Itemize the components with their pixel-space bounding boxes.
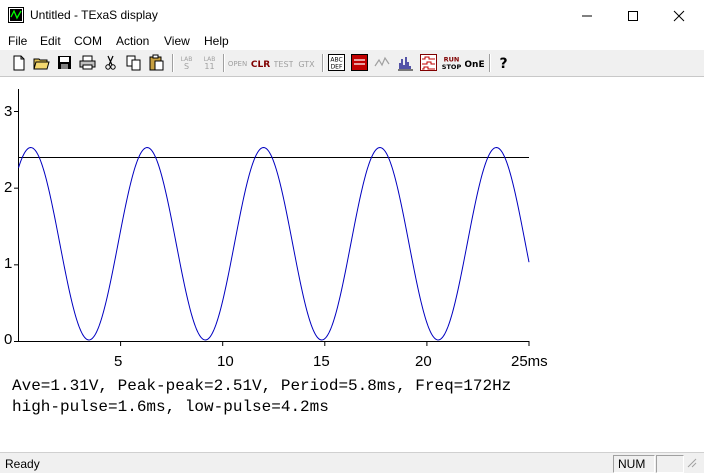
menu-file[interactable]: File [8, 34, 27, 48]
status-bar: Ready NUM [0, 452, 704, 473]
open-port-icon: OPEN [228, 60, 247, 68]
test-button[interactable]: TEST [274, 53, 293, 72]
x-tick-label: 15 [313, 353, 330, 370]
paste-button[interactable] [147, 53, 166, 72]
toolbar-separator [172, 54, 174, 72]
app-icon[interactable] [8, 7, 24, 23]
save-icon [58, 56, 71, 69]
menu-com[interactable]: COM [74, 34, 102, 48]
y-tick-label: 3 [4, 103, 13, 120]
run-stop-icon: RUNSTOP [442, 56, 461, 72]
close-icon [673, 10, 685, 21]
lab-11-button[interactable]: LAB 11 [200, 53, 219, 72]
waveform-series [18, 147, 530, 341]
svg-text:11: 11 [204, 62, 214, 71]
waveform-chart [14, 89, 530, 346]
resize-grip[interactable] [684, 455, 700, 471]
toolbar-separator [322, 54, 324, 72]
help-icon: ? [499, 56, 507, 72]
window-title: Untitled - TExaS display [30, 8, 158, 22]
menu-view[interactable]: View [164, 34, 190, 48]
clear-icon: CLR [251, 60, 270, 70]
stop-icon [351, 54, 368, 71]
toolbar-separator [489, 54, 491, 72]
clear-button[interactable]: CLR [251, 53, 270, 72]
status-num-panel: NUM [613, 455, 655, 473]
menu-action[interactable]: Action [116, 34, 149, 48]
svg-text:OPEN: OPEN [228, 60, 247, 68]
svg-text:S: S [184, 62, 189, 71]
scope-icon [374, 56, 390, 67]
open-button[interactable] [32, 53, 51, 72]
lab-s-icon: LABS [181, 56, 193, 71]
abc-def-icon: ABCDEF [328, 54, 345, 71]
status-text: Ready [5, 457, 40, 471]
y-tick-label: 2 [4, 179, 13, 196]
gtx-icon: GTX [298, 60, 315, 69]
y-tick-label: 1 [4, 255, 13, 272]
lab-11-icon: LAB11 [204, 56, 216, 71]
svg-text:CLR: CLR [251, 60, 270, 70]
logic-analyzer-button[interactable] [419, 53, 438, 72]
close-button[interactable] [656, 0, 702, 31]
maximize-button[interactable] [610, 0, 656, 31]
abc-def-button[interactable]: ABC DEF [327, 53, 346, 72]
gtx-button[interactable]: GTX [297, 53, 316, 72]
save-button[interactable] [55, 53, 74, 72]
y-tick-label: 0 [4, 331, 13, 348]
stats-line-1: Ave=1.31V, Peak-peak=2.51V, Period=5.8ms… [12, 377, 512, 395]
menu-bar: File Edit COM Action View Help [0, 31, 704, 50]
minimize-button[interactable] [564, 0, 610, 31]
stop-button[interactable] [350, 53, 369, 72]
svg-text:GTX: GTX [298, 60, 315, 69]
resize-grip-icon [687, 458, 697, 468]
x-tick-label: 5 [114, 353, 123, 370]
maximize-icon [628, 10, 638, 21]
menu-help[interactable]: Help [204, 34, 229, 48]
print-button[interactable] [78, 53, 97, 72]
svg-text:ABC: ABC [330, 57, 342, 64]
one-button[interactable]: OnE [465, 53, 484, 72]
num-lock-indicator: NUM [618, 457, 646, 471]
run-stop-button[interactable]: RUN STOP [442, 53, 461, 72]
open-folder-icon [33, 58, 50, 70]
logic-analyzer-icon [420, 54, 437, 71]
status-panel-empty [656, 455, 684, 473]
svg-text:OnE: OnE [465, 60, 484, 70]
plot-area: 3 2 1 0 5 10 15 20 25ms Ave=1.31V, Peak-… [0, 77, 704, 452]
test-icon: TEST [274, 60, 293, 69]
print-icon [79, 55, 96, 70]
scope-button[interactable] [373, 53, 392, 72]
bar-graph-button[interactable] [396, 53, 415, 72]
x-tick-label: 10 [217, 353, 234, 370]
cut-icon [105, 55, 116, 70]
cut-button[interactable] [101, 53, 120, 72]
new-file-icon [13, 55, 25, 71]
new-file-button[interactable] [9, 53, 28, 72]
title-bar: Untitled - TExaS display [0, 0, 704, 31]
copy-button[interactable] [124, 53, 143, 72]
help-button[interactable]: ? [494, 53, 513, 72]
one-icon: OnE [465, 60, 484, 70]
x-tick-label: 20 [415, 353, 432, 370]
open-port-button[interactable]: OPEN [228, 53, 247, 72]
stats-line-2: high-pulse=1.6ms, low-pulse=4.2ms [12, 398, 329, 416]
svg-text:DEF: DEF [331, 64, 343, 71]
copy-icon [126, 55, 141, 71]
svg-text:?: ? [499, 56, 507, 72]
svg-text:TEST: TEST [274, 60, 293, 69]
menu-edit[interactable]: Edit [40, 34, 61, 48]
bar-graph-icon [398, 57, 413, 71]
x-tick-label: 25ms [511, 353, 548, 370]
toolbar-separator [223, 54, 225, 72]
svg-text:STOP: STOP [442, 63, 461, 71]
toolbar: LAB S LAB 11 OPEN CLR TEST GTX ABC DEF RUN S… [0, 50, 704, 77]
paste-icon [149, 54, 164, 71]
lab-s-button[interactable]: LAB S [177, 53, 196, 72]
minimize-icon [582, 15, 592, 16]
